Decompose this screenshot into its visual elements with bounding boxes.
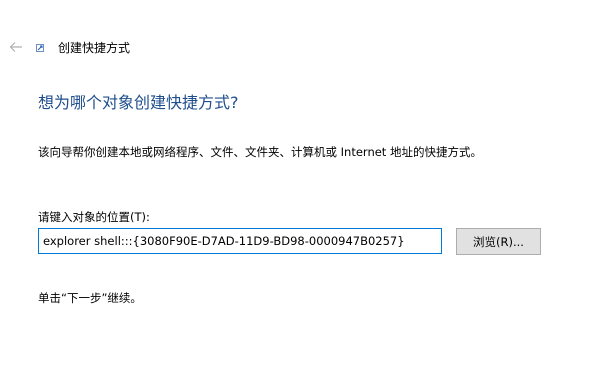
shortcut-app-icon [36,44,44,52]
page-heading: 想为哪个对象创建快捷方式? [38,93,239,112]
location-label: 请键入对象的位置(T): [38,210,150,224]
next-hint-text: 单击“下一步”继续。 [38,291,142,305]
wizard-description: 该向导帮你创建本地或网络程序、文件、文件夹、计算机或 Internet 地址的快… [38,145,482,159]
window-title: 创建快捷方式 [58,41,131,55]
create-shortcut-wizard: 创建快捷方式 想为哪个对象创建快捷方式? 该向导帮你创建本地或网络程序、文件、文… [0,0,593,377]
back-arrow-icon [9,42,22,52]
location-input[interactable] [38,228,442,254]
back-button[interactable] [6,38,26,56]
browse-button[interactable]: 浏览(R)... [456,228,541,255]
